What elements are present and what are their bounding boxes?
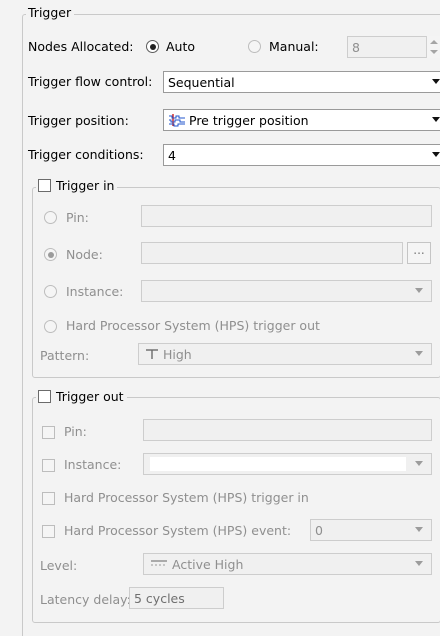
chevron-down-icon[interactable] <box>415 461 423 466</box>
trigger-in-pattern-label: Pattern: <box>40 348 90 363</box>
trigger-out-hps-event-label: Hard Processor System (HPS) event: <box>64 523 292 538</box>
trigger-out-checkbox[interactable] <box>38 390 51 403</box>
chevron-down-icon[interactable] <box>432 152 440 157</box>
manual-radio[interactable] <box>248 40 261 53</box>
trigger-in-pin-field[interactable] <box>141 205 432 227</box>
trigger-out-hps-event-combo[interactable]: 0 <box>310 519 432 541</box>
trigger-in-pattern-combo[interactable]: High <box>138 343 432 365</box>
chevron-down-icon[interactable] <box>415 561 423 566</box>
auto-radio[interactable] <box>146 40 159 53</box>
trigger-flow-control-combo[interactable]: Sequential <box>163 71 440 93</box>
trigger-out-level-value: Active High <box>172 556 244 572</box>
trigger-out-level-combo[interactable]: Active High <box>143 553 432 575</box>
trigger-out-pin-checkbox[interactable] <box>42 426 55 439</box>
trigger-conditions-value: 4 <box>168 147 176 163</box>
chevron-down-icon[interactable] <box>415 288 423 293</box>
trigger-position-label: Trigger position: <box>28 113 129 128</box>
trigger-out-header: Trigger out <box>36 389 127 404</box>
trigger-in-node-label: Node: <box>66 247 103 262</box>
trigger-in-hps-radio[interactable] <box>44 320 57 333</box>
nodes-allocated-label: Nodes Allocated: <box>28 39 134 54</box>
trigger-out-instance-combo[interactable] <box>143 453 432 475</box>
trigger-out-instance-inner <box>150 457 406 471</box>
chevron-down-icon[interactable] <box>432 79 440 84</box>
trigger-in-pin-radio[interactable] <box>44 211 57 224</box>
trigger-conditions-label: Trigger conditions: <box>28 147 144 162</box>
trigger-in-node-field[interactable] <box>141 242 403 264</box>
chevron-down-icon[interactable] <box>432 117 440 122</box>
trigger-out-pin-label: Pin: <box>64 424 87 439</box>
trigger-out-hps-trigger-checkbox[interactable] <box>42 492 55 505</box>
trigger-out-latency-field[interactable]: 5 cycles <box>129 587 224 609</box>
trigger-flow-control-value: Sequential <box>168 74 235 90</box>
trigger-in-pattern-value: High <box>163 346 192 362</box>
trigger-in-hps-label: Hard Processor System (HPS) trigger out <box>66 318 320 333</box>
trigger-flow-control-label: Trigger flow control: <box>28 74 153 89</box>
chevron-down-icon[interactable] <box>415 351 423 356</box>
trigger-out-level-label: Level: <box>40 558 78 573</box>
spin-down-icon[interactable] <box>430 50 438 54</box>
spin-up-icon[interactable] <box>430 40 438 44</box>
manual-nodes-spinner[interactable] <box>426 36 440 58</box>
auto-radio-label[interactable]: Auto <box>166 39 195 55</box>
trigger-out-pin-field[interactable] <box>143 419 432 441</box>
pre-trigger-position-icon <box>169 114 185 127</box>
trigger-out-instance-label: Instance: <box>64 457 122 472</box>
trigger-in-node-radio[interactable] <box>44 248 57 261</box>
trigger-out-title[interactable]: Trigger out <box>56 389 124 404</box>
manual-nodes-value: 8 <box>352 39 360 55</box>
trigger-in-header: Trigger in <box>36 178 118 193</box>
trigger-out-latency-label: Latency delay: <box>40 592 131 607</box>
trigger-out-instance-checkbox[interactable] <box>42 459 55 472</box>
trigger-position-combo[interactable]: Pre trigger position <box>163 109 440 131</box>
trigger-out-hps-event-checkbox[interactable] <box>42 525 55 538</box>
active-high-icon <box>151 560 167 566</box>
high-level-icon <box>146 349 158 359</box>
chevron-down-icon[interactable] <box>415 527 423 532</box>
trigger-in-instance-radio[interactable] <box>44 285 57 298</box>
trigger-in-checkbox[interactable] <box>38 179 51 192</box>
trigger-in-instance-label: Instance: <box>66 284 124 299</box>
trigger-in-node-browse-button[interactable]: ... <box>407 242 431 264</box>
manual-radio-label[interactable]: Manual: <box>269 39 319 55</box>
trigger-out-latency-value: 5 cycles <box>134 590 185 606</box>
trigger-in-title[interactable]: Trigger in <box>56 178 114 193</box>
trigger-group-title: Trigger <box>26 5 75 20</box>
trigger-position-value: Pre trigger position <box>189 112 309 128</box>
trigger-in-pin-label: Pin: <box>66 210 89 225</box>
trigger-out-hps-trigger-label: Hard Processor System (HPS) trigger in <box>64 490 309 505</box>
trigger-out-hps-event-value: 0 <box>315 522 323 538</box>
trigger-conditions-combo[interactable]: 4 <box>163 144 440 166</box>
trigger-in-instance-combo[interactable] <box>141 280 432 302</box>
